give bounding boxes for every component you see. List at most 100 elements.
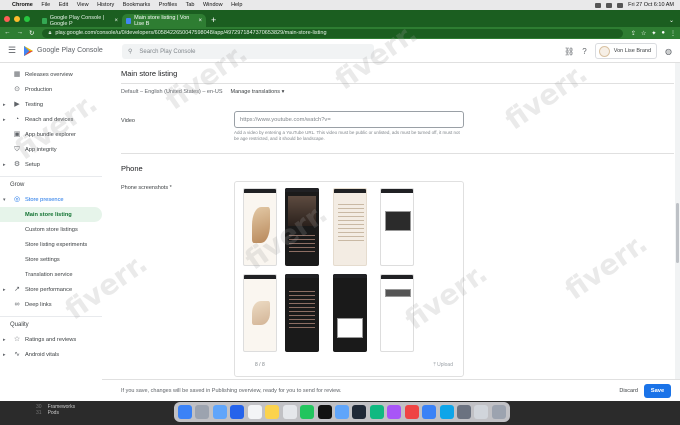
sidebar-item-app-bundle-explorer[interactable]: ▣ App bundle explorer (0, 127, 102, 142)
sidebar-item-deep-links[interactable]: ∞ Deep links (0, 297, 102, 312)
tab-search-icon[interactable]: ⌄ (663, 17, 680, 27)
forward-icon[interactable]: → (17, 29, 24, 37)
back-icon[interactable]: ← (4, 29, 11, 37)
upload-button[interactable]: ⤒ Upload (434, 362, 453, 368)
sidebar-item-translation-service[interactable]: Translation service (0, 267, 102, 282)
bookmark-star-icon[interactable]: ☆ (641, 30, 646, 37)
reload-icon[interactable]: ↻ (29, 29, 34, 37)
github-icon[interactable] (317, 405, 332, 419)
close-tab-icon[interactable]: × (198, 18, 202, 24)
sidebar-item-setup[interactable]: ▸ ⚙ Setup (0, 157, 102, 172)
downloads-icon[interactable] (474, 405, 489, 419)
menu-help[interactable]: Help (231, 2, 242, 8)
settings-icon[interactable] (457, 405, 471, 419)
bundle-icon: ▣ (13, 130, 21, 138)
caret-right-icon[interactable]: ▸ (3, 102, 9, 108)
sidebar-item-store-settings[interactable]: Store settings (0, 252, 102, 267)
control-center-icon[interactable] (617, 2, 624, 8)
caret-right-icon[interactable]: ▸ (3, 287, 9, 293)
notes-icon[interactable] (265, 405, 280, 419)
figma-icon[interactable] (387, 405, 402, 419)
caret-down-icon[interactable]: ▾ (3, 197, 9, 203)
trash-icon[interactable] (491, 405, 506, 419)
search-input[interactable]: ⚲ Search Play Console (122, 44, 374, 59)
terminal-icon[interactable] (352, 405, 367, 419)
help-icon[interactable]: ? (582, 47, 586, 56)
screenshot-thumbnail[interactable] (333, 188, 367, 266)
calendar-icon[interactable] (247, 405, 262, 419)
close-tab-icon[interactable]: × (114, 18, 118, 24)
app-store-icon[interactable] (334, 405, 349, 419)
sidebar-item-main-store-listing[interactable]: Main store listing (0, 207, 102, 222)
menu-history[interactable]: History (97, 2, 114, 8)
sidebar-item-testing[interactable]: ▸ ▶ Testing (0, 97, 102, 112)
browser-tab-play-console[interactable]: Google Play Console | Google P × (38, 14, 122, 27)
zoom-window-icon[interactable] (24, 15, 30, 22)
sidebar-item-store-performance[interactable]: ▸ ↗ Store performance (0, 282, 102, 297)
page-scrollbar[interactable] (675, 63, 680, 379)
share-icon[interactable]: ⇪ (631, 30, 636, 37)
profile-icon[interactable]: ● (661, 30, 665, 37)
menu-profiles[interactable]: Profiles (159, 2, 177, 8)
screenshot-thumbnail[interactable] (243, 188, 277, 266)
sidebar-item-custom-store-listings[interactable]: Custom store listings (0, 222, 102, 237)
url-field[interactable]: 🔒︎ play.google.com/console/u/0/developer… (42, 28, 623, 38)
chrome-icon[interactable] (369, 405, 384, 419)
caret-right-icon[interactable]: ▸ (3, 337, 9, 343)
language-selector[interactable]: Default – English (United States) – en-U… (121, 89, 223, 95)
brand[interactable]: Google Play Console (24, 45, 120, 56)
new-tab-icon[interactable]: + (211, 14, 216, 27)
whatsapp-icon[interactable] (300, 405, 315, 419)
menu-clock[interactable]: Fri 27 Oct 6:10 AM (628, 2, 674, 8)
sidebar-item-reach-and-devices[interactable]: ▸ ◔ Reach and devices (0, 112, 102, 127)
screenshot-thumbnail[interactable] (285, 274, 319, 352)
wifi-icon[interactable] (595, 2, 602, 8)
screenshot-thumbnail[interactable] (285, 188, 319, 266)
sidebar-item-android-vitals[interactable]: ▸ ∿ Android vitals (0, 347, 102, 362)
menu-app-name[interactable]: Chrome (12, 2, 33, 8)
video-url-input[interactable]: https://www.youtube.com/watch?v= (234, 111, 464, 128)
music-icon[interactable] (404, 405, 419, 419)
extensions-icon[interactable]: ✦ (651, 30, 656, 37)
sidebar-item-store-presence[interactable]: ▾ ◎ Store presence (0, 192, 102, 207)
vscode-icon[interactable] (422, 405, 437, 419)
sidebar-item-production[interactable]: ⊙ Production (0, 82, 102, 97)
menu-file[interactable]: File (41, 2, 50, 8)
caret-right-icon[interactable]: ▸ (3, 352, 9, 358)
url-text: play.google.com/console/u/0/developers/6… (55, 30, 327, 36)
menu-view[interactable]: View (77, 2, 89, 8)
user-avatar-icon[interactable]: ◍ (665, 47, 672, 56)
close-window-icon[interactable] (4, 15, 10, 22)
caret-right-icon[interactable]: ▸ (3, 162, 9, 168)
photos-icon[interactable] (282, 405, 297, 419)
link-icon[interactable]: ⛓ (564, 47, 574, 56)
caret-right-icon[interactable]: ▸ (3, 117, 9, 123)
xcode-icon[interactable] (439, 405, 454, 419)
kebab-menu-icon[interactable]: ⋮ (670, 30, 676, 37)
mail-icon[interactable] (230, 405, 245, 419)
browser-tab-main-store-listing[interactable]: Main store listing | Von Lise B × (122, 14, 206, 27)
save-footer: If you save, changes will be saved in Pu… (102, 379, 680, 401)
menu-window[interactable]: Window (203, 2, 223, 8)
safari-icon[interactable] (212, 405, 227, 419)
sidebar-item-store-listing-experiments[interactable]: Store listing experiments (0, 237, 102, 252)
screenshot-thumbnail[interactable] (380, 188, 414, 266)
discard-button[interactable]: Discard (619, 388, 638, 394)
save-button[interactable]: Save (644, 384, 671, 398)
screenshot-thumbnail[interactable] (243, 274, 277, 352)
screenshot-thumbnail[interactable] (380, 274, 414, 352)
sidebar-item-releases-overview[interactable]: ▦ Releases overview (0, 67, 102, 82)
sidebar-item-app-integrity[interactable]: ⛉ App integrity (0, 142, 102, 157)
minimize-window-icon[interactable] (14, 15, 20, 22)
menu-tab[interactable]: Tab (186, 2, 195, 8)
menu-bookmarks[interactable]: Bookmarks (123, 2, 151, 8)
manage-translations-button[interactable]: Manage translations ▾ (231, 89, 285, 95)
sidebar-item-ratings-and-reviews[interactable]: ▸ ☆ Ratings and reviews (0, 332, 102, 347)
account-switcher[interactable]: Von Lise Brand (594, 43, 658, 59)
hamburger-menu-icon[interactable]: ☰ (0, 45, 24, 56)
screenshot-thumbnail[interactable] (333, 274, 367, 352)
battery-icon[interactable] (606, 2, 613, 8)
menu-edit[interactable]: Edit (59, 2, 68, 8)
finder-icon[interactable] (178, 405, 192, 419)
launchpad-icon[interactable] (195, 405, 210, 419)
